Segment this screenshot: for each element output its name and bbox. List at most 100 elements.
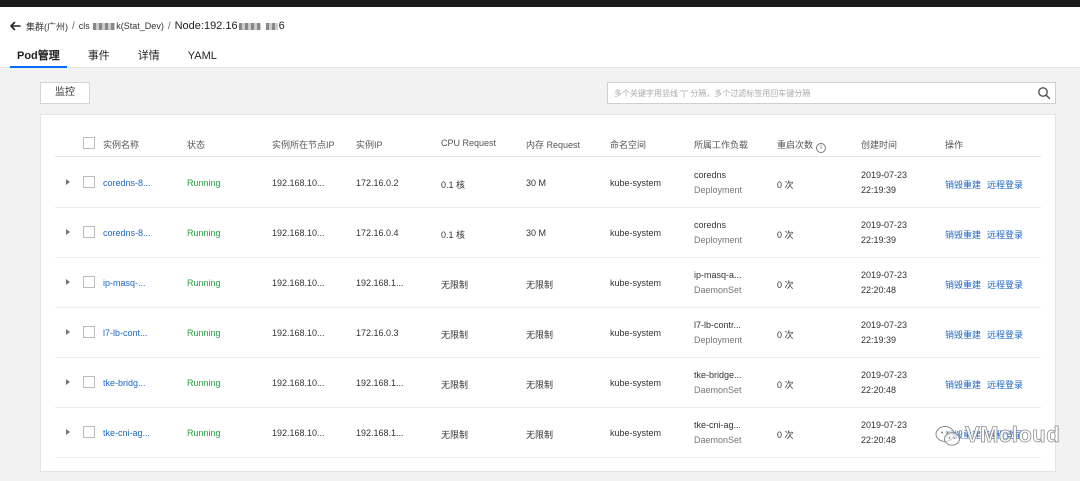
row-checkbox[interactable] bbox=[83, 376, 95, 388]
col-restarts: 重启次数 i bbox=[777, 138, 827, 153]
expand-row-icon[interactable] bbox=[66, 179, 70, 185]
cpu-request: 无限制 bbox=[441, 280, 469, 290]
cpu-request: 0.1 核 bbox=[441, 230, 466, 240]
expand-row-icon[interactable] bbox=[66, 429, 70, 435]
breadcrumb-cluster[interactable]: 集群(广州) bbox=[26, 20, 68, 33]
created-date: 2019-07-23 bbox=[861, 420, 908, 430]
cpu-request: 无限制 bbox=[441, 330, 469, 340]
pod-name-link[interactable]: l7-lb-cont... bbox=[103, 328, 148, 338]
created-time: 22:19:39 bbox=[861, 185, 897, 195]
cpu-request: 无限制 bbox=[441, 430, 469, 440]
rebuild-link[interactable]: 销毁重建 bbox=[945, 328, 981, 341]
created-time: 22:20:48 bbox=[861, 385, 897, 395]
restart-count: 0 次 bbox=[777, 380, 794, 390]
search-icon[interactable] bbox=[1037, 86, 1051, 100]
created-date: 2019-07-23 bbox=[861, 270, 908, 280]
table-row: ip-masq-... Running 192.168.10... 192.168.1… bbox=[55, 258, 1041, 308]
breadcrumb-node-suffix: 6 bbox=[278, 20, 285, 32]
rebuild-link[interactable]: 销毁重建 bbox=[945, 278, 981, 291]
rebuild-link[interactable]: 销毁重建 bbox=[945, 178, 981, 191]
workload-type: Deployment bbox=[694, 185, 743, 195]
remote-login-link[interactable]: 远程登录 bbox=[987, 378, 1023, 391]
breadcrumb-separator: / bbox=[72, 20, 75, 32]
expand-row-icon[interactable] bbox=[66, 279, 70, 285]
pod-name-link[interactable]: tke-bridg... bbox=[103, 378, 146, 388]
col-workload: 所属工作负载 bbox=[694, 140, 749, 150]
row-checkbox[interactable] bbox=[83, 226, 95, 238]
expand-row-icon[interactable] bbox=[66, 229, 70, 235]
restart-count: 0 次 bbox=[777, 430, 794, 440]
workload-type: Deployment bbox=[694, 235, 743, 245]
select-all-checkbox[interactable] bbox=[83, 137, 95, 149]
pod-name-link[interactable]: coredns-8... bbox=[103, 228, 151, 238]
pod-table-panel: 实例名称 状态 实例所在节点IP 实例IP CPU Request 内存 Req… bbox=[40, 114, 1056, 472]
restart-count: 0 次 bbox=[777, 230, 794, 240]
pod-status: Running bbox=[187, 428, 221, 438]
workload-type: DaemonSet bbox=[694, 285, 742, 295]
created-time: 22:20:48 bbox=[861, 435, 897, 445]
namespace: kube-system bbox=[610, 178, 662, 188]
info-icon[interactable]: i bbox=[816, 143, 827, 153]
node-ip: 192.168.10... bbox=[272, 378, 325, 388]
namespace: kube-system bbox=[610, 428, 662, 438]
redaction-mask bbox=[265, 22, 278, 30]
row-checkbox[interactable] bbox=[83, 176, 95, 188]
cpu-request: 0.1 核 bbox=[441, 180, 466, 190]
namespace: kube-system bbox=[610, 328, 662, 338]
breadcrumb-node-prefix: Node:192.16 bbox=[174, 20, 238, 32]
breadcrumb: 集群(广州) / cls k(Stat_Dev) / Node:192.16 6 bbox=[8, 18, 285, 34]
monitor-button[interactable]: 监控 bbox=[40, 82, 90, 104]
created-date: 2019-07-23 bbox=[861, 170, 908, 180]
pod-status: Running bbox=[187, 378, 221, 388]
col-cpu-request: CPU Request bbox=[441, 138, 497, 148]
pod-name-link[interactable]: ip-masq-... bbox=[103, 278, 146, 288]
workload-name: l7-lb-contr... bbox=[694, 320, 742, 330]
mem-request: 30 M bbox=[526, 228, 547, 238]
col-pod-ip: 实例IP bbox=[356, 140, 383, 150]
tab-pod-management[interactable]: Pod管理 bbox=[10, 47, 67, 68]
top-bar bbox=[0, 0, 1080, 7]
remote-login-link[interactable]: 远程登录 bbox=[987, 278, 1023, 291]
breadcrumb-separator: / bbox=[167, 20, 171, 32]
row-checkbox[interactable] bbox=[83, 426, 95, 438]
remote-login-link[interactable]: 远程登录 bbox=[987, 178, 1023, 191]
tab-details[interactable]: 详情 bbox=[131, 47, 167, 68]
created-time: 22:19:39 bbox=[861, 235, 897, 245]
search-box bbox=[607, 82, 1056, 104]
breadcrumb-cls-prefix: cls bbox=[78, 21, 90, 31]
pod-ip: 172.16.0.2 bbox=[356, 178, 399, 188]
rebuild-link[interactable]: 销毁重建 bbox=[945, 378, 981, 391]
remote-login-link[interactable]: 远程登录 bbox=[987, 428, 1023, 441]
expand-row-icon[interactable] bbox=[66, 329, 70, 335]
workload-type: DaemonSet bbox=[694, 385, 742, 395]
tab-events[interactable]: 事件 bbox=[81, 47, 117, 68]
workload-name: ip-masq-a... bbox=[694, 270, 742, 280]
table-header: 实例名称 状态 实例所在节点IP 实例IP CPU Request 内存 Req… bbox=[55, 129, 1041, 157]
remote-login-link[interactable]: 远程登录 bbox=[987, 228, 1023, 241]
workload-type: DaemonSet bbox=[694, 435, 742, 445]
breadcrumb-cls-suffix: k(Stat_Dev) bbox=[116, 21, 164, 31]
mem-request: 30 M bbox=[526, 178, 547, 188]
pod-name-link[interactable]: coredns-8... bbox=[103, 178, 151, 188]
rebuild-link[interactable]: 销毁重建 bbox=[945, 428, 981, 441]
row-checkbox[interactable] bbox=[83, 276, 95, 288]
pod-ip: 192.168.1... bbox=[356, 428, 404, 438]
tab-yaml[interactable]: YAML bbox=[181, 47, 224, 68]
remote-login-link[interactable]: 远程登录 bbox=[987, 328, 1023, 341]
col-status: 状态 bbox=[187, 140, 206, 150]
mem-request: 无限制 bbox=[526, 280, 554, 290]
breadcrumb-node: Node:192.16 6 bbox=[175, 20, 285, 32]
workload-name: tke-bridge... bbox=[694, 370, 742, 380]
breadcrumb-cls[interactable]: cls k(Stat_Dev) bbox=[79, 21, 164, 31]
mem-request: 无限制 bbox=[526, 380, 554, 390]
node-ip: 192.168.10... bbox=[272, 178, 325, 188]
pod-name-link[interactable]: tke-cni-ag... bbox=[103, 428, 150, 438]
expand-row-icon[interactable] bbox=[66, 379, 70, 385]
back-arrow-icon[interactable] bbox=[8, 19, 22, 33]
node-ip: 192.168.10... bbox=[272, 278, 325, 288]
row-checkbox[interactable] bbox=[83, 326, 95, 338]
search-input[interactable] bbox=[608, 83, 1028, 103]
pod-status: Running bbox=[187, 178, 221, 188]
rebuild-link[interactable]: 销毁重建 bbox=[945, 228, 981, 241]
pod-status: Running bbox=[187, 278, 221, 288]
